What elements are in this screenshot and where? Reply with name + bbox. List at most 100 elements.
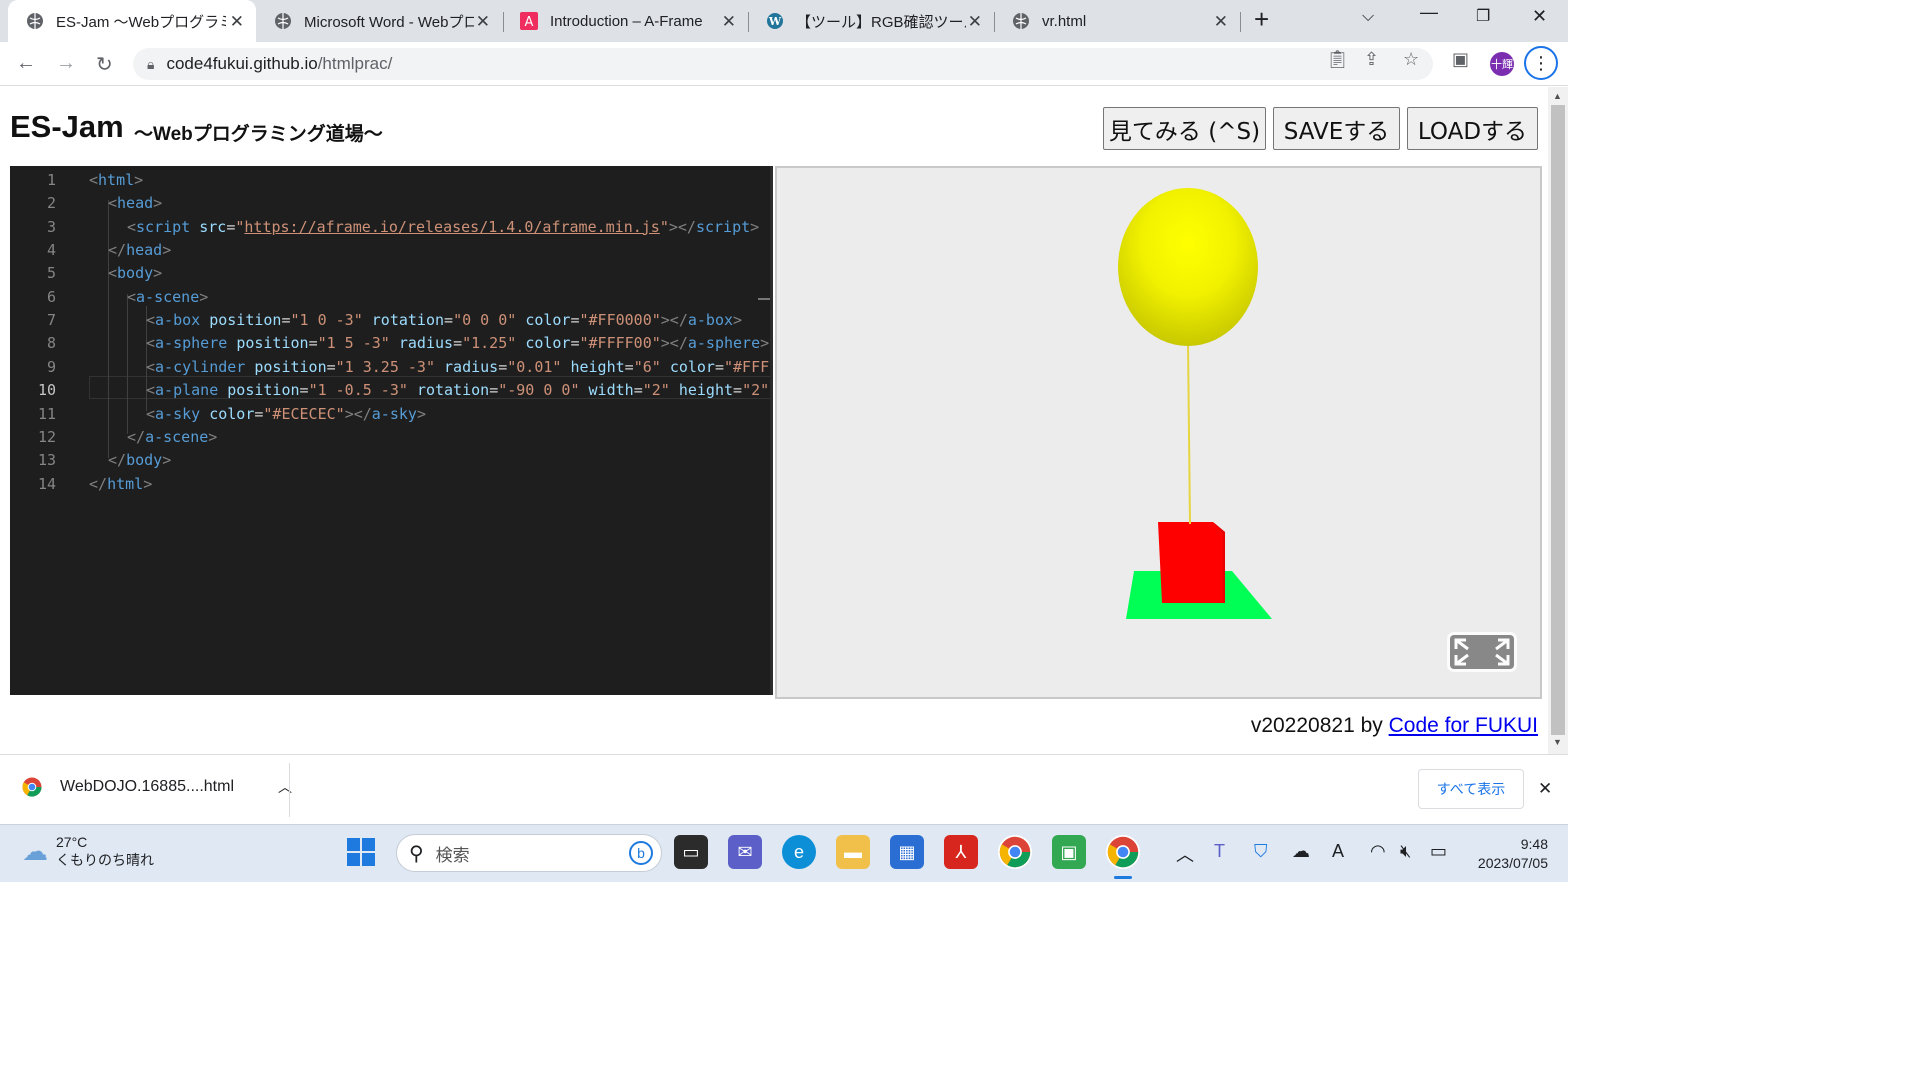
new-tab-button[interactable]: +: [1254, 4, 1269, 35]
tab-vr-html[interactable]: vr.html ✕: [994, 0, 1240, 42]
teams-icon[interactable]: T: [1214, 841, 1225, 862]
page-scrollbar[interactable]: ▲ ▼: [1548, 87, 1568, 754]
download-bar: WebDOJO.16885....html ︿ すべて表示 ✕: [0, 754, 1568, 824]
code-line[interactable]: 11 <a-sky color="#ECECEC"></a-sky>: [10, 403, 773, 426]
download-filename: WebDOJO.16885....html: [60, 778, 234, 795]
clipboard-icon[interactable]: 📋︎: [1326, 49, 1349, 70]
scroll-thumb[interactable]: [1551, 105, 1565, 735]
vr-preview[interactable]: [775, 166, 1542, 699]
code-line[interactable]: 3 <script src="https://aframe.io/releases…: [10, 216, 773, 239]
code-line[interactable]: 8 <a-sphere position="1 5 -3" radius="1.2…: [10, 332, 773, 355]
view-button[interactable]: 見てみる (^S): [1103, 107, 1266, 150]
tab-separator: [1240, 12, 1241, 32]
bookmark-star-icon[interactable]: ☆: [1403, 49, 1419, 70]
save-button[interactable]: SAVEする: [1273, 107, 1400, 150]
tab-title: vr.html: [1042, 12, 1087, 30]
code-line[interactable]: 4 </head>: [10, 239, 773, 262]
lock-icon: 🔒︎: [147, 55, 155, 72]
tab-rgb-tool[interactable]: W 【ツール】RGB確認ツール – N ✕: [748, 0, 994, 42]
kebab-menu-icon[interactable]: ⋮: [1524, 46, 1558, 80]
taskbar-clock[interactable]: 9:48 2023/07/05: [1468, 835, 1548, 873]
acrobat-icon[interactable]: ⅄: [944, 835, 978, 869]
code-for-fukui-link[interactable]: Code for FUKUI: [1389, 714, 1538, 737]
code-line[interactable]: 10 <a-plane position="1 -0.5 -3" rotation…: [10, 379, 773, 402]
code-line[interactable]: 2 <head>: [10, 192, 773, 215]
download-separator: [289, 763, 290, 817]
restore-button[interactable]: ❐: [1476, 6, 1490, 26]
code-editor[interactable]: 1 <html> 2 <head> 3 <script src="https://afra…: [10, 166, 773, 695]
back-arrow-icon[interactable]: ←: [16, 52, 36, 75]
forward-arrow-icon[interactable]: →: [56, 52, 76, 75]
chat-icon[interactable]: ✉: [728, 835, 762, 869]
store-icon[interactable]: ▦: [890, 835, 924, 869]
scroll-up-icon[interactable]: ▲: [1553, 91, 1562, 101]
line-number: 11: [37, 404, 56, 423]
reload-icon[interactable]: ↻: [96, 52, 113, 77]
code-line[interactable]: 1 <html>: [10, 169, 773, 192]
address-bar[interactable]: 🔒︎ code4fukui.github.io/htmlprac/: [133, 48, 1433, 80]
tab-search-chevron-icon[interactable]: ⌵: [1362, 8, 1374, 26]
load-button[interactable]: LOADする: [1407, 107, 1538, 150]
active-app-indicator: [1114, 876, 1132, 879]
code-line[interactable]: 5 <body>: [10, 262, 773, 285]
scroll-down-icon[interactable]: ▼: [1553, 737, 1562, 747]
taskbar-search[interactable]: ⚲ 検索 b: [396, 834, 662, 872]
line-number: 1: [46, 171, 56, 189]
file-explorer-icon[interactable]: ▬: [836, 835, 870, 869]
tab-title: Introduction – A-Frame: [550, 12, 703, 30]
weather-text: くもりのち晴れ: [56, 852, 154, 868]
fullscreen-button[interactable]: [1447, 632, 1517, 672]
tab-aframe[interactable]: A Introduction – A-Frame ✕: [502, 0, 748, 42]
speaker-muted-icon[interactable]: 🔇︎: [1400, 841, 1411, 862]
close-icon[interactable]: ✕: [1214, 12, 1228, 32]
code-line[interactable]: 6 <a-scene>: [10, 286, 773, 309]
download-item[interactable]: WebDOJO.16885....html ︿: [22, 777, 292, 797]
side-panel-icon[interactable]: ▣: [1452, 49, 1469, 70]
show-all-button[interactable]: すべて表示: [1418, 769, 1524, 809]
code-line[interactable]: 14 </html>: [10, 473, 773, 496]
close-icon[interactable]: ✕: [722, 12, 736, 32]
battery-icon[interactable]: ▭: [1430, 841, 1447, 862]
close-icon[interactable]: ✕: [230, 12, 244, 32]
scene-box: [1158, 522, 1225, 603]
code-text: <head>: [108, 194, 163, 213]
weather-widget[interactable]: ☁ 27°C くもりのち晴れ: [22, 833, 154, 869]
minimize-button[interactable]: —: [1420, 2, 1438, 23]
scene-cylinder: [1187, 342, 1191, 525]
chrome-icon[interactable]: [998, 835, 1032, 869]
onedrive-cloud-icon[interactable]: ☁: [1292, 841, 1310, 862]
svg-text:W: W: [768, 15, 782, 28]
version-text: v20220821 by: [1250, 714, 1383, 737]
close-icon[interactable]: ✕: [968, 12, 982, 32]
close-icon[interactable]: ✕: [1538, 779, 1552, 799]
line-number: 4: [46, 241, 56, 260]
chrome-profile-icon[interactable]: [1106, 835, 1140, 869]
shield-icon[interactable]: ⛉: [1254, 841, 1268, 862]
editor-scrollbar[interactable]: [770, 166, 773, 695]
globe-icon: [26, 12, 44, 30]
windows-start-icon[interactable]: [344, 835, 378, 869]
tab-word[interactable]: Microsoft Word - Webプロ ✕: [256, 0, 502, 42]
edge-icon[interactable]: e: [782, 835, 816, 869]
code-text: <a-cylinder position="1 3.25 -3" radius=…: [146, 357, 773, 376]
bing-icon[interactable]: b: [629, 841, 653, 865]
ime-icon[interactable]: A: [1332, 841, 1344, 862]
code-line[interactable]: 13 </body>: [10, 449, 773, 472]
clock-date: 2023/07/05: [1477, 855, 1548, 871]
tab-es-jam[interactable]: ES-Jam 〜Webプログラミング ✕: [8, 0, 256, 42]
code-text: <script src="https://aframe.io/releases/…: [127, 217, 760, 236]
close-window-button[interactable]: ✕: [1532, 6, 1547, 27]
close-icon[interactable]: ✕: [476, 12, 490, 32]
code-line[interactable]: 9 <a-cylinder position="1 3.25 -3" radius…: [10, 356, 773, 379]
expand-icon: [1454, 638, 1510, 666]
profile-avatar[interactable]: 十輝: [1490, 52, 1514, 76]
svg-text:A: A: [525, 15, 534, 30]
task-view-icon[interactable]: ▭: [674, 835, 708, 869]
chevron-up-icon[interactable]: ︿: [1176, 841, 1194, 867]
line-number: 8: [46, 334, 56, 353]
share-icon[interactable]: ⇪: [1364, 49, 1379, 70]
code-line[interactable]: 12 </a-scene>: [10, 426, 773, 449]
classroom-icon[interactable]: ▣: [1052, 835, 1086, 869]
code-line[interactable]: 7 <a-box position="1 0 -3" rotation="0 0 …: [10, 309, 773, 332]
wifi-icon[interactable]: ◠: [1370, 841, 1386, 862]
